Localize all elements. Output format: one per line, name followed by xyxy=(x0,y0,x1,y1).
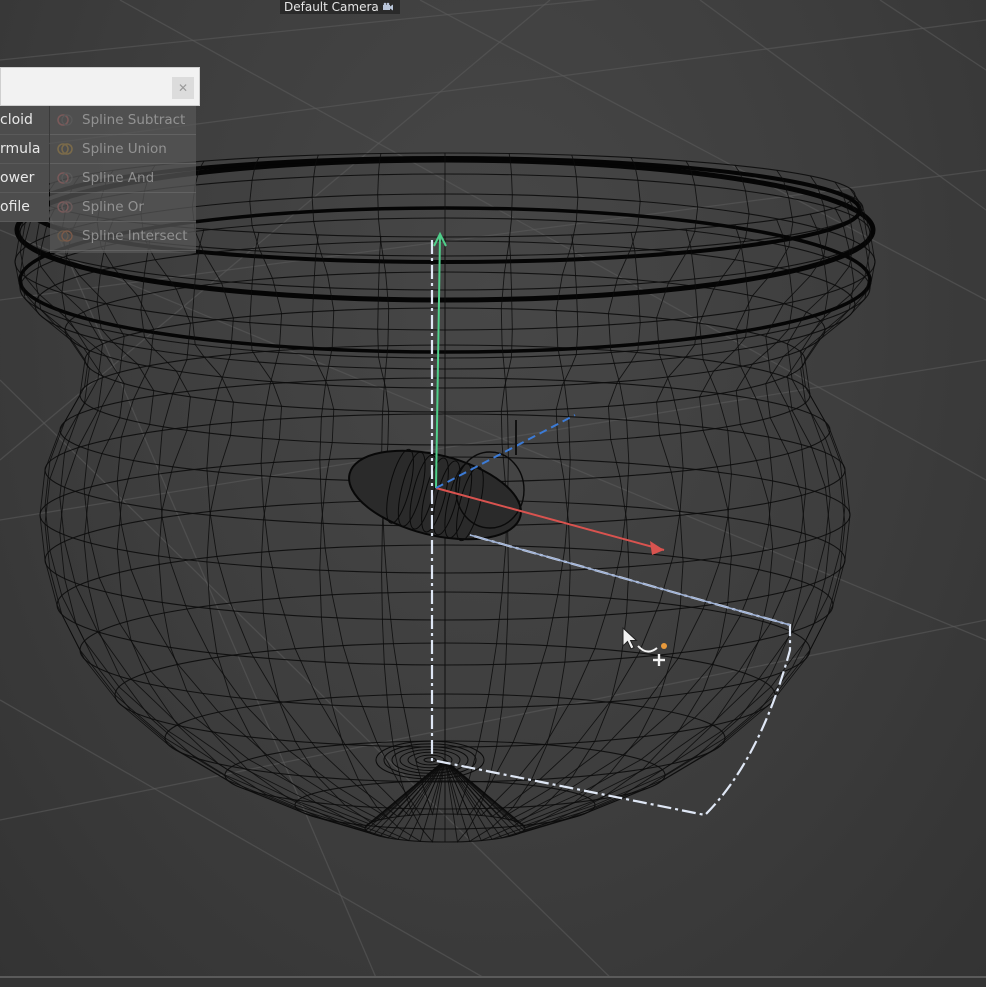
grid-line xyxy=(119,0,986,481)
grid-line xyxy=(0,0,599,61)
menu-item-spline-or[interactable]: Spline Or xyxy=(50,193,196,222)
menu-item-spline-intersect[interactable]: Spline Intersect xyxy=(50,222,196,251)
spline-segment xyxy=(469,534,791,626)
camera-icon xyxy=(382,2,393,11)
camera-label-text: Default Camera xyxy=(284,0,379,14)
grid-line xyxy=(0,619,986,821)
command-search-input[interactable] xyxy=(1,68,166,105)
list-item-formula[interactable]: rmula xyxy=(0,135,49,164)
spline-and-icon xyxy=(57,172,73,184)
spline-or-icon xyxy=(57,201,73,213)
list-item-cycloid[interactable]: cloid xyxy=(0,106,49,135)
x-axis-arrow xyxy=(650,541,664,555)
menu-item-spline-union[interactable]: Spline Union xyxy=(50,135,196,164)
camera-label[interactable]: Default Camera xyxy=(280,0,400,14)
pot-bottom-ring xyxy=(415,754,445,766)
grid-line xyxy=(0,699,501,987)
grid-line xyxy=(879,0,986,71)
viewport-bottom-border xyxy=(0,976,986,987)
pot-bottom-ring xyxy=(423,757,437,763)
spline-boolean-list: Spline Subtract Spline Union Spline And … xyxy=(50,106,196,253)
close-icon[interactable]: ✕ xyxy=(172,77,194,99)
pot-meridian xyxy=(191,228,446,840)
list-item-empty xyxy=(0,222,49,251)
pot-handle-object[interactable] xyxy=(340,435,530,555)
spline-subtract-icon xyxy=(57,114,73,126)
list-item-profile[interactable]: ofile xyxy=(0,193,49,222)
pot-bottom-ring xyxy=(383,743,477,777)
handle-body xyxy=(348,449,522,541)
3d-viewport[interactable]: Default Camera ✕ cloid rmula ower ofile … xyxy=(0,0,986,987)
y-axis xyxy=(435,235,441,489)
spline-union-icon xyxy=(57,143,73,155)
command-search-box[interactable]: ✕ xyxy=(0,67,200,106)
command-search-popup[interactable]: ✕ cloid rmula ower ofile Spline Subtract… xyxy=(0,67,200,253)
menu-item-spline-subtract[interactable]: Spline Subtract xyxy=(50,106,196,135)
pot-bottom-ring xyxy=(391,746,469,774)
pen-add-point-cursor-icon xyxy=(622,626,667,666)
list-item-flower[interactable]: ower xyxy=(0,164,49,193)
spline-intersect-icon xyxy=(57,230,73,242)
menu-item-spline-and[interactable]: Spline And xyxy=(50,164,196,193)
grid-line xyxy=(0,379,621,987)
pot-meridian xyxy=(377,236,446,843)
spline-primitives-list: cloid rmula ower ofile xyxy=(0,106,49,253)
